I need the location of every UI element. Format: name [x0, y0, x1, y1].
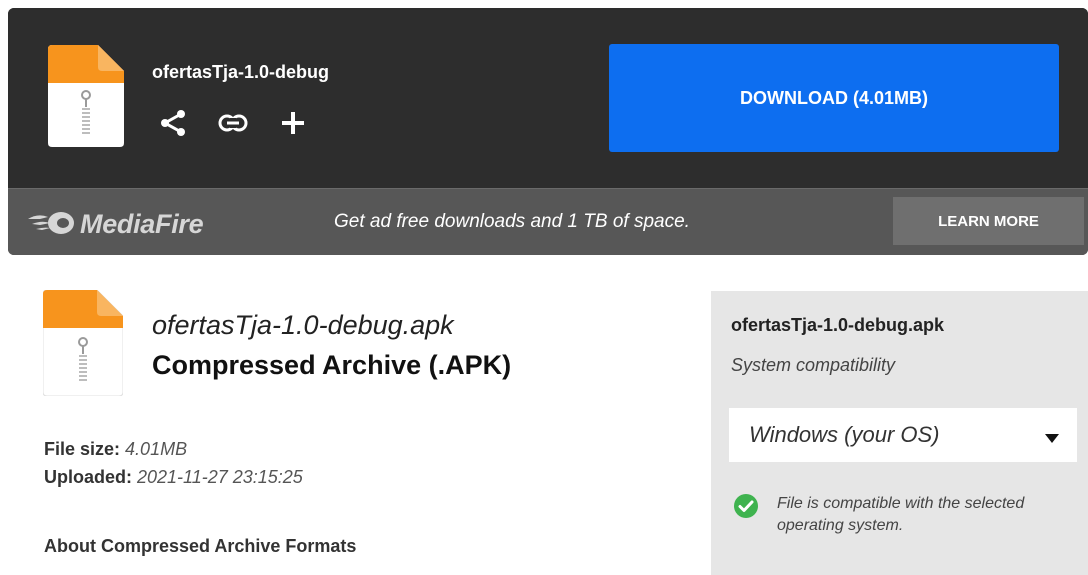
mediafire-logo[interactable]: MediaFire [26, 207, 204, 242]
compat-status: File is compatible with the selected ope… [733, 493, 1027, 537]
file-name: ofertasTja-1.0-debug.apk [152, 310, 454, 340]
download-button[interactable]: DOWNLOAD (4.01MB) [609, 44, 1059, 152]
file-size-label: File size: [44, 439, 121, 459]
file-actions [156, 106, 310, 140]
learn-more-button[interactable]: LEARN MORE [893, 197, 1084, 245]
uploaded-row: Uploaded: 2021-11-27 23:15:25 [44, 463, 303, 491]
os-select-value: Windows (your OS) [749, 422, 940, 447]
os-select[interactable]: Windows (your OS) [729, 408, 1077, 462]
compat-filename: ofertasTja-1.0-debug.apk [731, 315, 945, 335]
promo-bar: MediaFire Get ad free downloads and 1 TB… [8, 188, 1088, 255]
archive-file-icon [48, 45, 124, 152]
compat-label: System compatibility [731, 355, 896, 375]
check-circle-icon [733, 493, 759, 524]
mediafire-flame-icon [26, 207, 76, 242]
archive-file-icon-large [42, 289, 124, 401]
share-icon[interactable] [156, 106, 190, 140]
download-header-panel: ofertasTja-1.0-debug DOWNLOAD (4.01MB) M… [8, 8, 1088, 255]
plus-icon[interactable] [276, 106, 310, 140]
header-filename: ofertasTja-1.0-debug [152, 62, 330, 82]
promo-message: Get ad free downloads and 1 TB of space. [334, 211, 690, 232]
link-icon[interactable] [216, 106, 250, 140]
caret-down-icon [1045, 430, 1059, 448]
uploaded-value: 2021-11-27 23:15:25 [137, 467, 303, 487]
compat-status-text: File is compatible with the selected ope… [777, 495, 1025, 534]
file-size-row: File size: 4.01MB [44, 435, 303, 463]
compatibility-panel: ofertasTja-1.0-debug.apk System compatib… [711, 291, 1088, 575]
download-header: ofertasTja-1.0-debug DOWNLOAD (4.01MB) [8, 8, 1088, 188]
file-details: File size: 4.01MB Uploaded: 2021-11-27 2… [44, 435, 303, 491]
uploaded-label: Uploaded: [44, 467, 132, 487]
about-archive-formats-link[interactable]: About Compressed Archive Formats [44, 536, 356, 557]
mediafire-logo-text: MediaFire [80, 209, 204, 239]
file-type: Compressed Archive (.APK) [152, 350, 512, 380]
file-size-value: 4.01MB [125, 439, 188, 459]
